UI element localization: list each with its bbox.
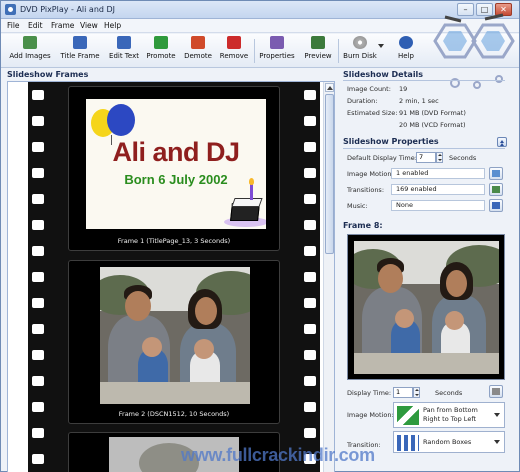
preview-button[interactable]: Preview [301, 36, 335, 66]
add-images-button[interactable]: Add Images [7, 36, 53, 66]
window-title: DVD PixPlay - Ali and DJ [20, 5, 116, 14]
music-label: Music: [347, 202, 368, 210]
balloon-icon [107, 104, 135, 136]
dvd-size-value: 91 MB (DVD Format) [399, 109, 466, 117]
scroll-thumb[interactable] [325, 94, 334, 254]
frame-preview [347, 234, 505, 380]
random-boxes-icon [397, 435, 419, 451]
music-note-icon [492, 202, 500, 209]
slideshow-properties-header: Slideshow Properties [343, 137, 439, 146]
seconds-unit-label: Seconds [449, 154, 477, 162]
transitions-button[interactable] [489, 183, 503, 196]
menu-help[interactable]: Help [104, 21, 121, 30]
film-perforations-left [30, 82, 46, 472]
slide-subtitle: Born 6 July 2002 [124, 172, 228, 187]
chevron-down-icon [494, 413, 500, 417]
frame-image-motion-label: Image Motion: [347, 411, 394, 419]
detail-label: Estimated Size: [347, 109, 398, 117]
frame-display-time-input[interactable]: 1 [393, 387, 413, 398]
menu-edit[interactable]: Edit [28, 21, 43, 30]
properties-icon [270, 36, 284, 49]
detail-label: Image Count: [347, 85, 391, 93]
detail-label: Duration: [347, 97, 378, 105]
slideshow-details-header: Slideshow Details [343, 70, 424, 79]
burn-disk-dropdown-icon[interactable] [378, 44, 384, 48]
display-time-spinner[interactable] [436, 152, 443, 163]
seconds-unit-label: Seconds [435, 389, 463, 397]
frame-card-1[interactable]: Ali and DJ Born 6 July 2002 Frame 1 (Tit… [68, 86, 280, 251]
film-perforations-right [302, 82, 318, 472]
menu-view[interactable]: View [80, 21, 98, 30]
pan-motion-icon [397, 406, 419, 425]
frame-card-2[interactable]: Frame 2 (DSCN1512, 10 Seconds) [68, 260, 280, 424]
demote-button[interactable]: Demote [181, 36, 215, 66]
toolbar-separator [338, 39, 339, 63]
edit-text-icon [117, 36, 131, 49]
frames-viewport: Ali and DJ Born 6 July 2002 Frame 1 (Tit… [7, 81, 335, 472]
demote-icon [191, 36, 205, 49]
app-logo-icon [5, 4, 16, 15]
title-frame-button[interactable]: Title Frame [57, 36, 103, 66]
duration-value: 2 min, 1 sec [399, 97, 439, 105]
family-photo-preview [354, 241, 499, 374]
image-motion-value[interactable]: 1 enabled [391, 168, 485, 179]
transition-selected: Random Boxes [423, 438, 472, 446]
family-photo-thumbnail [100, 267, 250, 404]
burn-disk-button[interactable]: Burn Disk [342, 36, 378, 66]
filmstrip: Ali and DJ Born 6 July 2002 Frame 1 (Tit… [28, 82, 320, 472]
music-button[interactable] [489, 199, 503, 212]
chevron-down-icon [494, 440, 500, 444]
frame-display-time-spinner[interactable] [413, 387, 420, 398]
toolbar-separator [254, 39, 255, 63]
transitions-value[interactable]: 169 enabled [391, 184, 485, 195]
promote-button[interactable]: Promote [143, 36, 179, 66]
image-motion-button[interactable] [489, 167, 503, 180]
help-icon [399, 36, 413, 49]
slideshow-frames-header: Slideshow Frames [7, 70, 89, 79]
frame-display-time-label: Display Time: [347, 389, 392, 397]
watermark-text: www.fullcrackindir.com [181, 445, 375, 465]
frames-scrollbar[interactable] [323, 82, 334, 472]
pencil-icon [492, 388, 500, 395]
title-slide-thumbnail: Ali and DJ Born 6 July 2002 [86, 99, 266, 229]
add-images-icon [23, 36, 37, 49]
image-icon [492, 186, 500, 193]
music-value[interactable]: None [391, 200, 485, 211]
section-divider [343, 148, 505, 149]
remove-icon [227, 36, 241, 49]
frame-caption: Frame 1 (TitlePage_13, 3 Seconds) [117, 237, 231, 245]
image-motion-label: Image Motion: [347, 170, 394, 178]
properties-button[interactable]: Properties [257, 36, 297, 66]
title-frame-icon [73, 36, 87, 49]
default-display-time-label: Default Display Time: [347, 154, 417, 162]
menu-file[interactable]: File [7, 21, 20, 30]
slide-title: Ali and DJ [112, 137, 240, 167]
image-motion-dropdown[interactable]: Pan from Bottom Right to Top Left [393, 402, 505, 428]
transition-dropdown[interactable]: Random Boxes [393, 431, 505, 453]
collapse-icon[interactable] [497, 137, 507, 147]
help-button[interactable]: Help [393, 36, 419, 66]
promote-icon [154, 36, 168, 49]
app-window: DVD PixPlay - Ali and DJ – □ ✕ File Edit… [0, 0, 520, 472]
vcd-size-value: 20 MB (VCD Format) [399, 121, 466, 129]
image-icon [492, 170, 500, 177]
transitions-label: Transitions: [347, 186, 385, 194]
section-divider [343, 80, 505, 81]
burn-disk-icon [353, 36, 367, 49]
menu-frame[interactable]: Frame [51, 21, 74, 30]
edit-frame-button[interactable] [489, 385, 503, 398]
image-motion-selected: Pan from Bottom Right to Top Left [423, 406, 478, 423]
scroll-up-icon[interactable] [325, 83, 334, 92]
frame-caption: Frame 2 (DSCN1512, 10 Seconds) [118, 410, 230, 418]
preview-icon [311, 36, 325, 49]
image-count-value: 19 [399, 85, 408, 93]
remove-button[interactable]: Remove [217, 36, 251, 66]
edit-text-button[interactable]: Edit Text [107, 36, 141, 66]
default-display-time-input[interactable]: 7 [416, 152, 436, 163]
frame-panel-header: Frame 8: [343, 221, 383, 230]
